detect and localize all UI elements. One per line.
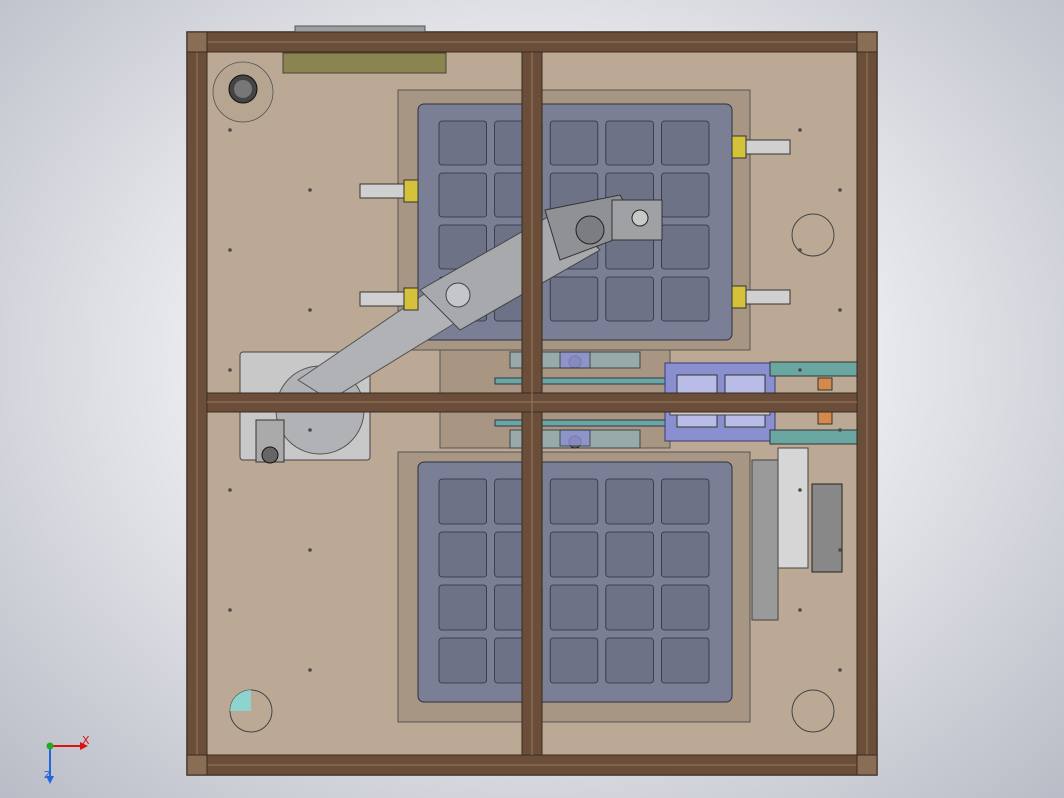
bolt (308, 188, 312, 192)
bolt (798, 368, 802, 372)
x-axis-label: X (82, 734, 90, 747)
bolt (228, 488, 232, 492)
bolt (228, 368, 232, 372)
tray-pocket (438, 172, 487, 218)
bolt (308, 668, 312, 672)
bolt (798, 488, 802, 492)
tray-pocket (661, 224, 710, 270)
cad-viewport[interactable]: X Z (0, 0, 1064, 798)
bolt (798, 128, 802, 132)
tray-pocket (549, 120, 599, 166)
tray-pocket (549, 531, 599, 578)
tray-pocket (438, 120, 487, 166)
coordinate-triad (46, 742, 88, 784)
bolt (838, 188, 842, 192)
bolt (838, 308, 842, 312)
bolt (308, 548, 312, 552)
tray-pocket (605, 637, 654, 684)
bolt (228, 248, 232, 252)
tray-pocket (438, 531, 487, 578)
tray-pocket (661, 478, 710, 525)
tray-pocket (605, 276, 654, 322)
tray-pocket (661, 531, 710, 578)
bolt (228, 608, 232, 612)
lower-tray (417, 461, 733, 703)
tray-pocket (438, 637, 487, 684)
label-plate (282, 52, 447, 74)
tray-pocket (605, 120, 654, 166)
origin-icon (46, 742, 54, 750)
tray-pocket (661, 584, 710, 631)
tray-pocket (661, 120, 710, 166)
tray-pocket (549, 584, 599, 631)
bolt (228, 128, 232, 132)
tray-pocket (438, 584, 487, 631)
z-axis-label: Z (44, 770, 51, 781)
tray-pocket (549, 637, 599, 684)
bolt (798, 608, 802, 612)
tray-pocket (549, 478, 599, 525)
bolt (308, 308, 312, 312)
assembly-drawing[interactable] (0, 0, 1064, 798)
bolt (838, 548, 842, 552)
tray-pocket (661, 637, 710, 684)
tray-pocket (661, 172, 710, 218)
tray-pocket (605, 478, 654, 525)
bolt (838, 668, 842, 672)
tray-pocket (661, 276, 710, 322)
tray-pocket (549, 276, 599, 322)
tray-pocket (438, 478, 487, 525)
bolt (798, 248, 802, 252)
tray-pocket (605, 584, 654, 631)
bolt (308, 428, 312, 432)
bolt (838, 428, 842, 432)
leveling-foot-top-left (212, 61, 274, 123)
tray-pocket (605, 531, 654, 578)
